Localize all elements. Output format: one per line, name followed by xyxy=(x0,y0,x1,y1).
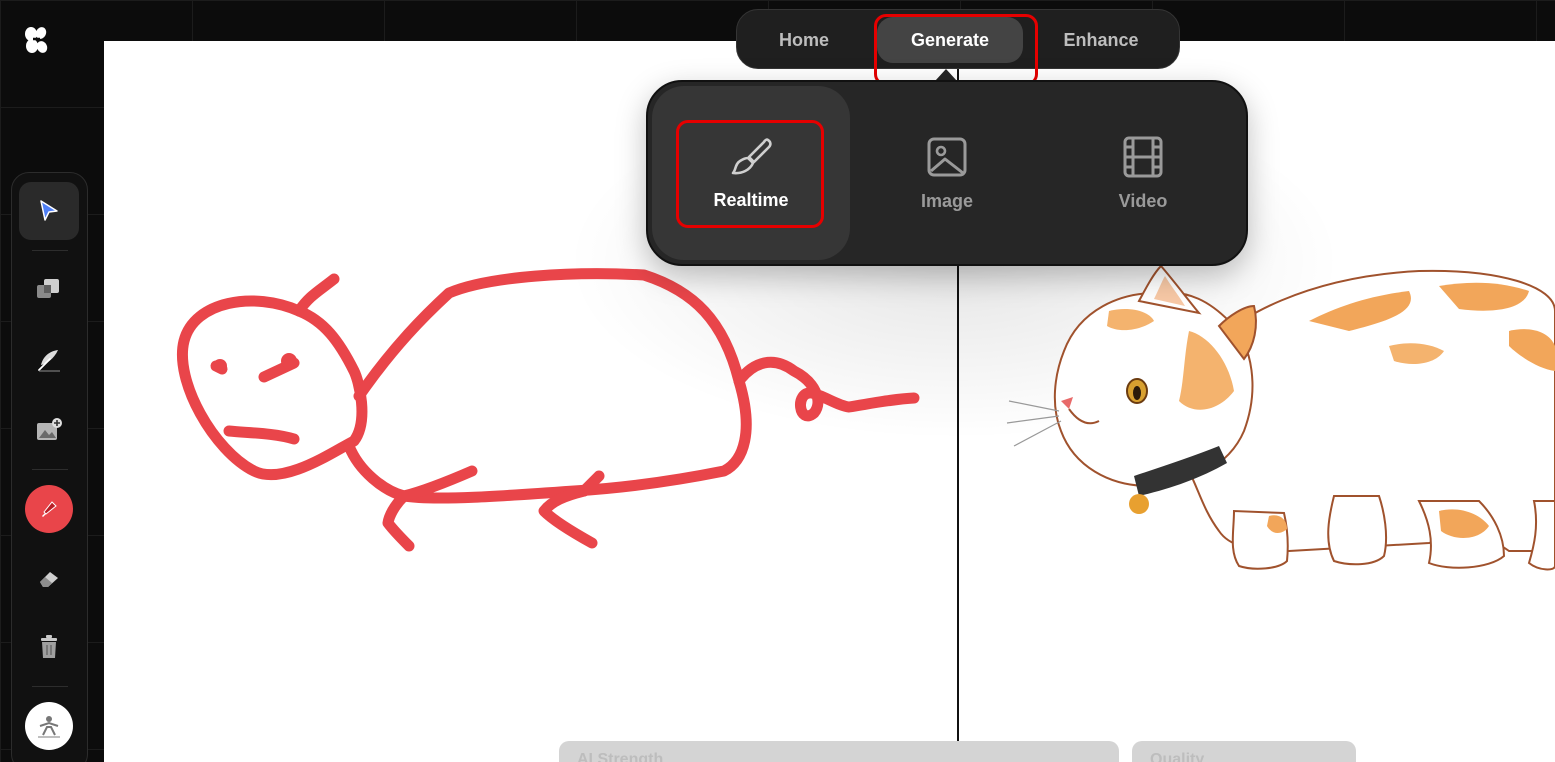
ai-strength-control[interactable]: AI Strength xyxy=(559,741,1119,762)
paintbrush-icon xyxy=(731,137,772,174)
toolbar-separator xyxy=(32,686,68,687)
image-add-icon xyxy=(37,418,62,440)
trash-icon xyxy=(41,635,57,658)
menu-item-realtime-label: Realtime xyxy=(713,189,789,210)
scene-icon xyxy=(38,716,60,738)
tab-generate-label: Generate xyxy=(910,29,990,50)
tab-home[interactable]: Home xyxy=(751,17,857,63)
scene-avatar xyxy=(25,702,73,750)
add-image-tool[interactable] xyxy=(19,401,79,459)
tab-enhance-label: Enhance xyxy=(1063,29,1139,50)
film-icon xyxy=(1123,136,1163,177)
eraser-tool[interactable] xyxy=(19,549,79,607)
generated-cat-image xyxy=(1006,264,1555,571)
layers-tool[interactable] xyxy=(19,260,79,318)
feather-icon xyxy=(38,350,60,372)
select-tool[interactable] xyxy=(19,182,79,240)
tool-sidebar xyxy=(11,172,88,762)
feather-tool[interactable] xyxy=(19,331,79,389)
top-navigation: Home Generate Enhance xyxy=(736,9,1180,69)
menu-item-image-label: Image xyxy=(920,190,974,211)
quality-control[interactable]: Quality xyxy=(1132,741,1356,762)
menu-item-image[interactable]: Image xyxy=(848,86,1046,260)
tab-generate[interactable]: Generate xyxy=(877,17,1023,63)
brush-color-swatch xyxy=(25,485,73,533)
menu-item-realtime[interactable]: Realtime xyxy=(652,86,850,260)
tab-home-label: Home xyxy=(778,29,829,50)
menu-item-video-label: Video xyxy=(1118,190,1168,211)
generate-menu: Realtime Image Video xyxy=(646,80,1248,266)
toolbar-separator xyxy=(32,469,68,470)
background-tool[interactable] xyxy=(19,697,79,755)
menu-item-video[interactable]: Video xyxy=(1044,86,1242,260)
delete-tool[interactable] xyxy=(19,618,79,676)
layers-icon xyxy=(37,279,59,298)
eraser-icon xyxy=(40,572,58,587)
cursor-arrow-icon xyxy=(40,200,58,221)
toolbar-separator xyxy=(32,250,68,251)
logo-icon[interactable] xyxy=(24,26,48,54)
quality-label: Quality xyxy=(1150,751,1205,762)
image-icon xyxy=(927,137,967,176)
tab-enhance[interactable]: Enhance xyxy=(1043,17,1159,63)
app-window: AI Strength Quality Home Generate Enhanc… xyxy=(0,0,1555,762)
brush-icon xyxy=(42,501,57,517)
ai-strength-label: AI Strength xyxy=(577,751,664,762)
brush-tool[interactable] xyxy=(19,480,79,538)
